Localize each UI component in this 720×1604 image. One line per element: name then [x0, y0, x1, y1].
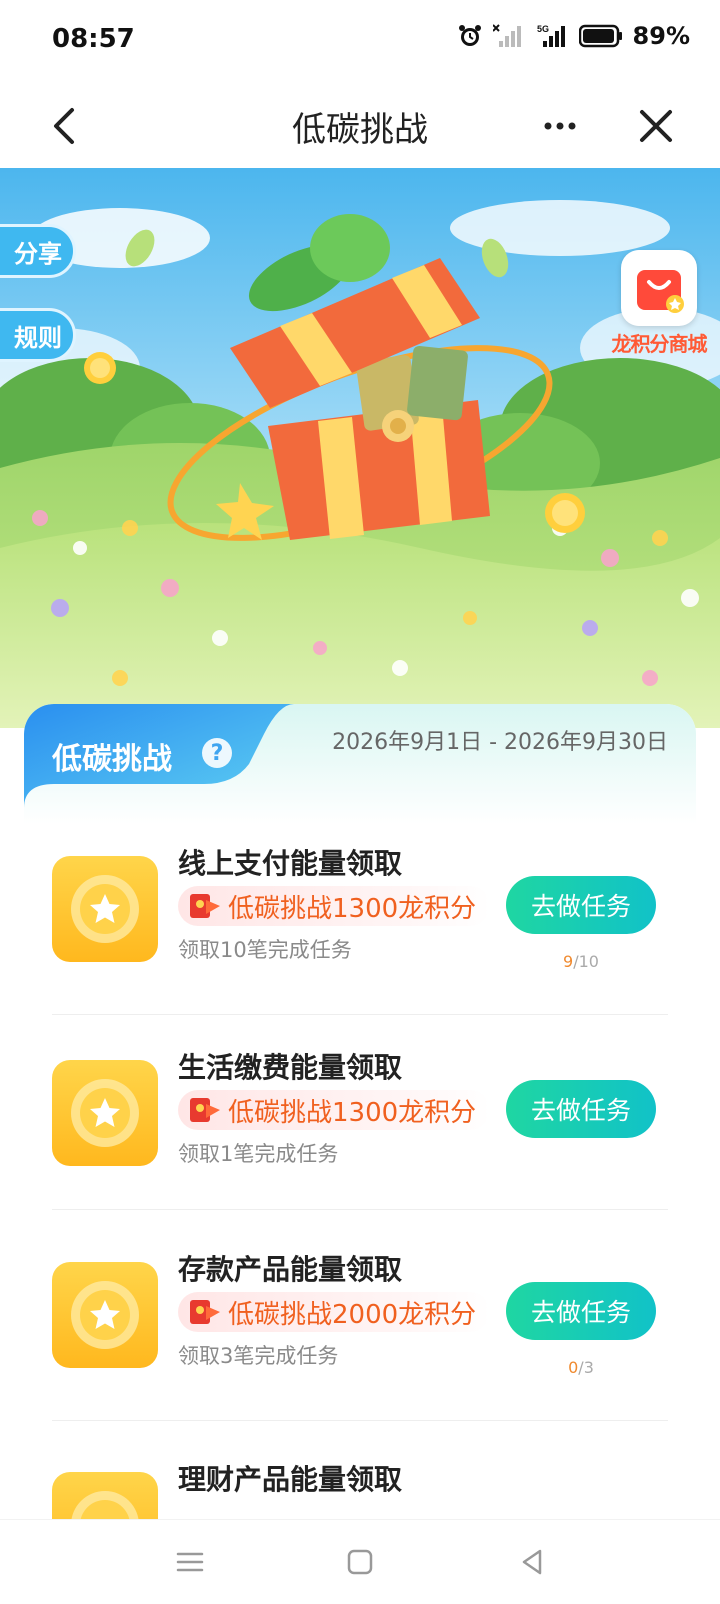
date-range: 2026年9月1日 - 2026年9月30日 [332, 730, 668, 755]
progress-done: 9 [563, 952, 574, 971]
svg-text:5G: 5G [537, 24, 549, 34]
task-progress: 9/10 [506, 952, 656, 971]
reward-text: 低碳挑战1300龙积分 [228, 893, 477, 924]
divider [52, 1014, 668, 1015]
menu-icon[interactable] [174, 1546, 206, 1578]
do-task-button[interactable]: 去做任务 [506, 1282, 656, 1340]
red-packet-icon [190, 1300, 220, 1324]
signal-off-icon [492, 24, 521, 47]
coin-star-icon [52, 1060, 158, 1166]
reward-tag: 低碳挑战2000龙积分 [178, 1292, 491, 1332]
do-task-button[interactable]: 去做任务 [506, 1080, 656, 1138]
battery-percent: 89% [632, 22, 690, 50]
red-packet-icon [190, 894, 220, 918]
system-nav-bar [0, 1519, 720, 1604]
rules-button[interactable]: 规则 [0, 308, 76, 362]
status-bar: 08:57 5G 89% [0, 0, 720, 84]
task-title: 理财产品能量领取 [178, 1463, 403, 1496]
red-packet-icon [190, 1098, 220, 1122]
task-desc: 领取10笔完成任务 [178, 938, 352, 962]
progress-total: /10 [573, 952, 599, 971]
nav-bar: 低碳挑战 [0, 84, 720, 168]
coin-star-icon [52, 1262, 158, 1368]
divider [52, 1209, 668, 1210]
do-task-button[interactable]: 去做任务 [506, 876, 656, 934]
hero-banner: 分享 规则 龙积分商城 [0, 168, 720, 728]
points-mall-label: 龙积分商城 [611, 332, 708, 356]
shopping-bag-icon [621, 250, 697, 326]
panel-tab-title: 低碳挑战 [52, 742, 172, 777]
task-title: 存款产品能量领取 [178, 1253, 403, 1286]
task-progress: 0/3 [506, 1358, 656, 1377]
divider [52, 1420, 668, 1421]
signal-5g-icon: 5G [537, 24, 565, 47]
home-icon[interactable] [344, 1546, 376, 1578]
task-title: 生活缴费能量领取 [178, 1051, 403, 1084]
help-icon[interactable]: ? [202, 738, 232, 768]
task-title: 线上支付能量领取 [178, 847, 403, 880]
points-mall-entry[interactable]: 龙积分商城 [596, 250, 720, 357]
more-icon[interactable] [540, 106, 580, 146]
reward-tag: 低碳挑战1300龙积分 [178, 886, 491, 926]
reward-text: 低碳挑战1300龙积分 [228, 1097, 477, 1128]
progress-done: 0 [568, 1358, 579, 1377]
close-icon[interactable] [634, 104, 678, 148]
task-panel: 低碳挑战 ? 2026年9月1日 - 2026年9月30日 线上支付能量领取 低… [24, 704, 696, 1604]
alarm-icon [458, 25, 481, 46]
status-icons: 5G 89% [457, 22, 690, 50]
back-nav-icon[interactable] [516, 1546, 548, 1578]
reward-text: 低碳挑战2000龙积分 [228, 1299, 477, 1330]
task-desc: 领取3笔完成任务 [178, 1344, 339, 1368]
battery-icon [578, 24, 622, 48]
task-desc: 领取1笔完成任务 [178, 1142, 339, 1166]
progress-total: /3 [578, 1358, 594, 1377]
status-time: 08:57 [52, 24, 135, 54]
page-title: 低碳挑战 [292, 110, 428, 150]
coin-star-icon [52, 856, 158, 962]
reward-tag: 低碳挑战1300龙积分 [178, 1090, 491, 1130]
share-button[interactable]: 分享 [0, 224, 76, 278]
